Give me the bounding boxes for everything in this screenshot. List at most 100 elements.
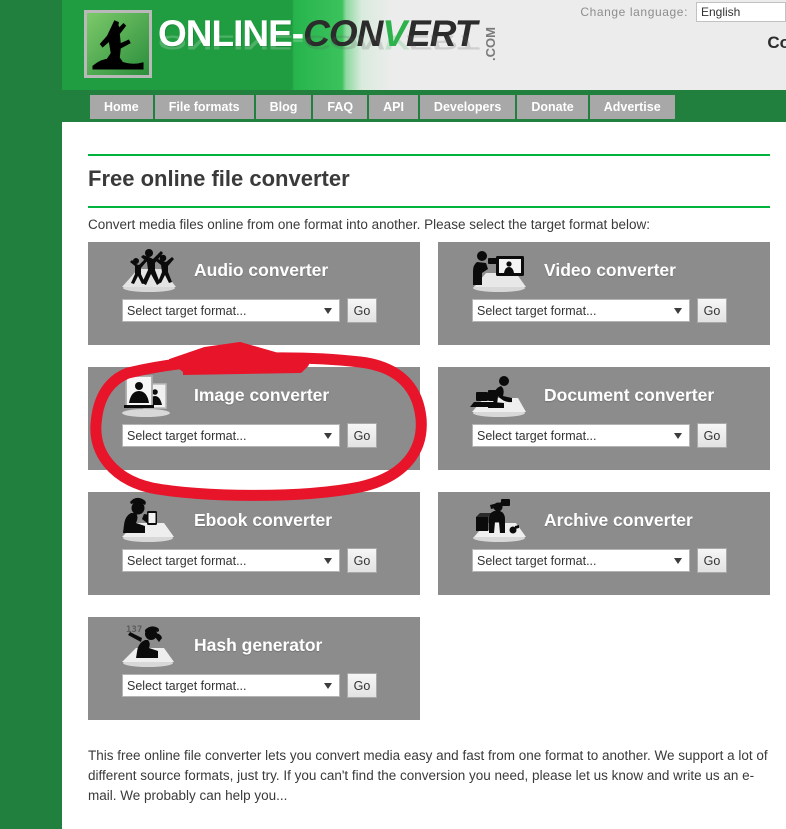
go-button-archive[interactable]: Go — [697, 548, 727, 573]
person-with-box-icon — [468, 497, 530, 543]
card-controls: Select target format... Go — [88, 673, 420, 698]
logo-text-dash: - — [291, 13, 304, 54]
card-header: Image converter — [88, 367, 420, 423]
change-language-label: Change language: — [580, 5, 688, 19]
select-value: Select target format... — [477, 428, 597, 443]
go-button-audio[interactable]: Go — [347, 298, 377, 323]
two-photo-frames-glyph — [122, 375, 170, 417]
site-header: ONLINE-CONVERT .COM ONLINE-CONVERT Change… — [62, 0, 786, 90]
dancing-people-glyph — [122, 249, 176, 292]
running-man-glyph — [87, 13, 149, 75]
go-button-ebook[interactable]: Go — [347, 548, 377, 573]
intro-text: Convert media files online from one form… — [88, 217, 651, 232]
go-button-hash[interactable]: Go — [347, 673, 377, 698]
person-writing-hash-icon: 137 — [118, 622, 180, 668]
running-man-logo-icon[interactable] — [84, 10, 152, 78]
nav-item-home[interactable]: Home — [90, 95, 153, 119]
main-navigation: Home File formats Blog FAQ API Developer… — [90, 95, 675, 119]
card-title: Image converter — [194, 384, 330, 405]
target-format-select-ebook[interactable]: Select target format... — [122, 549, 340, 572]
card-header: Video converter — [438, 242, 770, 298]
chevron-down-icon — [324, 682, 332, 689]
logo-text-ert: ERT — [406, 13, 477, 54]
card-title: Audio converter — [194, 259, 329, 280]
logo-text-v: V — [382, 13, 407, 54]
nav-item-donate[interactable]: Donate — [517, 95, 588, 119]
logo-text-online: ONLINE — [158, 13, 293, 54]
nav-item-developers[interactable]: Developers — [419, 95, 516, 119]
dancing-people-icon — [118, 247, 180, 293]
card-controls: Select target format... Go — [88, 298, 420, 323]
target-format-select-archive[interactable]: Select target format... — [472, 549, 690, 572]
page-background-green-left — [0, 0, 62, 829]
select-value: Select target format... — [127, 428, 247, 443]
nav-item-file-formats[interactable]: File formats — [154, 95, 254, 119]
go-button-image[interactable]: Go — [347, 423, 377, 448]
divider-top — [88, 154, 770, 156]
person-writing-hash-glyph: 137 — [122, 625, 174, 667]
select-value: Select target format... — [477, 303, 597, 318]
card-video-converter[interactable]: Video converter Select target format... … — [438, 242, 770, 345]
card-header: 137 Hash generator — [88, 617, 420, 673]
converter-cards-grid: Audio converter Select target format... … — [88, 242, 770, 742]
card-row: Image converter Select target format... … — [88, 367, 770, 470]
card-row: Ebook converter Select target format... … — [88, 492, 770, 595]
language-select[interactable] — [696, 2, 786, 22]
select-value: Select target format... — [127, 303, 247, 318]
card-audio-converter[interactable]: Audio converter Select target format... … — [88, 242, 420, 345]
card-row: 137 Hash generator Select target format.… — [88, 617, 770, 720]
card-document-converter[interactable]: Document converter Select target format.… — [438, 367, 770, 470]
person-reading-tablet-icon — [118, 497, 180, 543]
two-photo-frames-icon — [118, 372, 180, 418]
chevron-down-icon — [674, 432, 682, 439]
nav-item-advertise[interactable]: Advertise — [589, 95, 675, 119]
card-controls: Select target format... Go — [88, 548, 420, 573]
nav-item-faq[interactable]: FAQ — [313, 95, 368, 119]
card-hash-generator[interactable]: 137 Hash generator Select target format.… — [88, 617, 420, 720]
svg-text:137: 137 — [126, 625, 142, 635]
card-title: Ebook converter — [194, 509, 333, 530]
card-title: Archive converter — [544, 509, 693, 530]
card-title: Video converter — [544, 259, 676, 280]
card-controls: Select target format... Go — [438, 298, 770, 323]
card-title: Document converter — [544, 384, 715, 405]
go-button-document[interactable]: Go — [697, 423, 727, 448]
target-format-select-hash[interactable]: Select target format... — [122, 674, 340, 697]
select-value: Select target format... — [477, 553, 597, 568]
card-controls: Select target format... Go — [438, 548, 770, 573]
person-with-box-glyph — [473, 499, 526, 542]
card-header: Ebook converter — [88, 492, 420, 548]
page-title: Free online file converter — [88, 166, 350, 191]
card-header: Document converter — [438, 367, 770, 423]
logo-text-com: .COM — [483, 27, 499, 61]
go-button-video[interactable]: Go — [697, 298, 727, 323]
select-value: Select target format... — [127, 553, 247, 568]
chevron-down-icon — [324, 307, 332, 314]
card-image-converter[interactable]: Image converter Select target format... … — [88, 367, 420, 470]
camera-monitor-glyph — [473, 251, 526, 292]
card-header: Archive converter — [438, 492, 770, 548]
logo-text-con: CON — [303, 13, 383, 54]
chevron-down-icon — [324, 557, 332, 564]
footer-description: This free online file converter lets you… — [88, 748, 768, 803]
target-format-select-audio[interactable]: Select target format... — [122, 299, 340, 322]
divider-bottom — [88, 206, 770, 208]
chevron-down-icon — [674, 557, 682, 564]
card-controls: Select target format... Go — [88, 423, 420, 448]
card-header: Audio converter — [88, 242, 420, 298]
chevron-down-icon — [674, 307, 682, 314]
select-value: Select target format... — [127, 678, 247, 693]
person-reading-tablet-glyph — [122, 497, 174, 542]
target-format-select-document[interactable]: Select target format... — [472, 424, 690, 447]
card-ebook-converter[interactable]: Ebook converter Select target format... … — [88, 492, 420, 595]
site-logo-wordmark[interactable]: ONLINE-CONVERT .COM — [158, 12, 510, 64]
camera-monitor-icon — [468, 247, 530, 293]
target-format-select-image[interactable]: Select target format... — [122, 424, 340, 447]
nav-item-blog[interactable]: Blog — [255, 95, 312, 119]
card-controls: Select target format... Go — [438, 423, 770, 448]
language-switcher: Change language: — [580, 2, 786, 22]
person-at-desk-icon — [468, 372, 530, 418]
target-format-select-video[interactable]: Select target format... — [472, 299, 690, 322]
card-archive-converter[interactable]: Archive converter Select target format..… — [438, 492, 770, 595]
nav-item-api[interactable]: API — [369, 95, 418, 119]
